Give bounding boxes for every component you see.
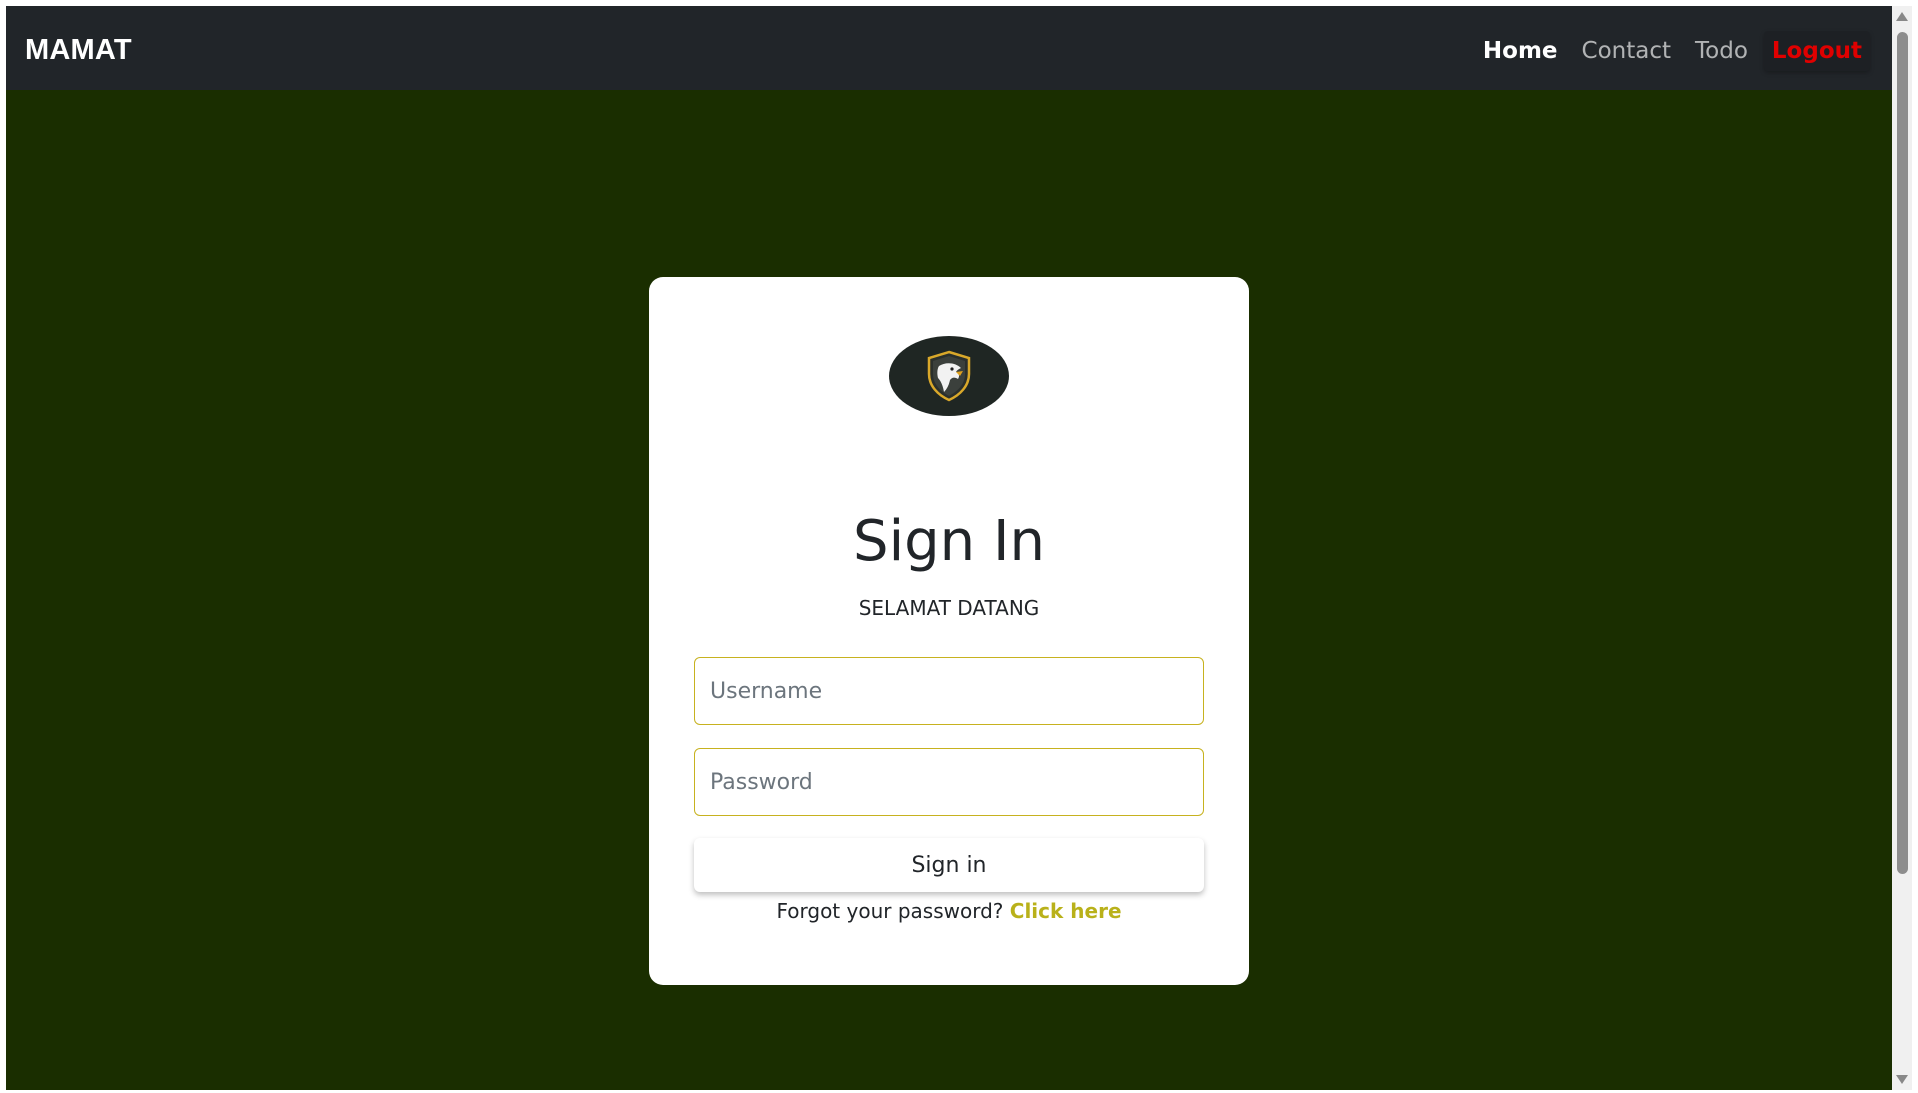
nav-item-home[interactable]: Home	[1483, 33, 1558, 69]
brand-logo[interactable]: MAMAT	[25, 33, 132, 67]
scroll-up-icon[interactable]	[1896, 12, 1908, 21]
scrollbar-thumb[interactable]	[1897, 32, 1908, 874]
forgot-password-link[interactable]: Click here	[1010, 899, 1122, 923]
nav-item-todo[interactable]: Todo	[1695, 33, 1748, 69]
page-title: Sign In	[853, 509, 1045, 574]
vertical-scrollbar[interactable]	[1892, 6, 1912, 1090]
login-card: Sign In SELAMAT DATANG Sign in Forgot yo…	[649, 277, 1249, 985]
forgot-password-text: Forgot your password?	[776, 899, 1004, 923]
page-frame: MAMAT Home Contact Todo Logout Sign In S…	[6, 6, 1892, 1090]
nav-menu: Home Contact Todo Logout	[1459, 31, 1870, 71]
scroll-down-icon[interactable]	[1896, 1075, 1908, 1084]
navbar: MAMAT Home Contact Todo Logout	[6, 6, 1892, 90]
username-input[interactable]	[694, 657, 1204, 725]
sign-in-button[interactable]: Sign in	[694, 838, 1204, 892]
welcome-subtitle: SELAMAT DATANG	[858, 596, 1040, 620]
password-input[interactable]	[694, 748, 1204, 816]
forgot-password-row: Forgot your password? Click here	[649, 894, 1249, 928]
nav-item-contact[interactable]: Contact	[1582, 33, 1671, 69]
eagle-shield-icon	[889, 336, 1009, 416]
nav-item-logout[interactable]: Logout	[1763, 31, 1870, 71]
